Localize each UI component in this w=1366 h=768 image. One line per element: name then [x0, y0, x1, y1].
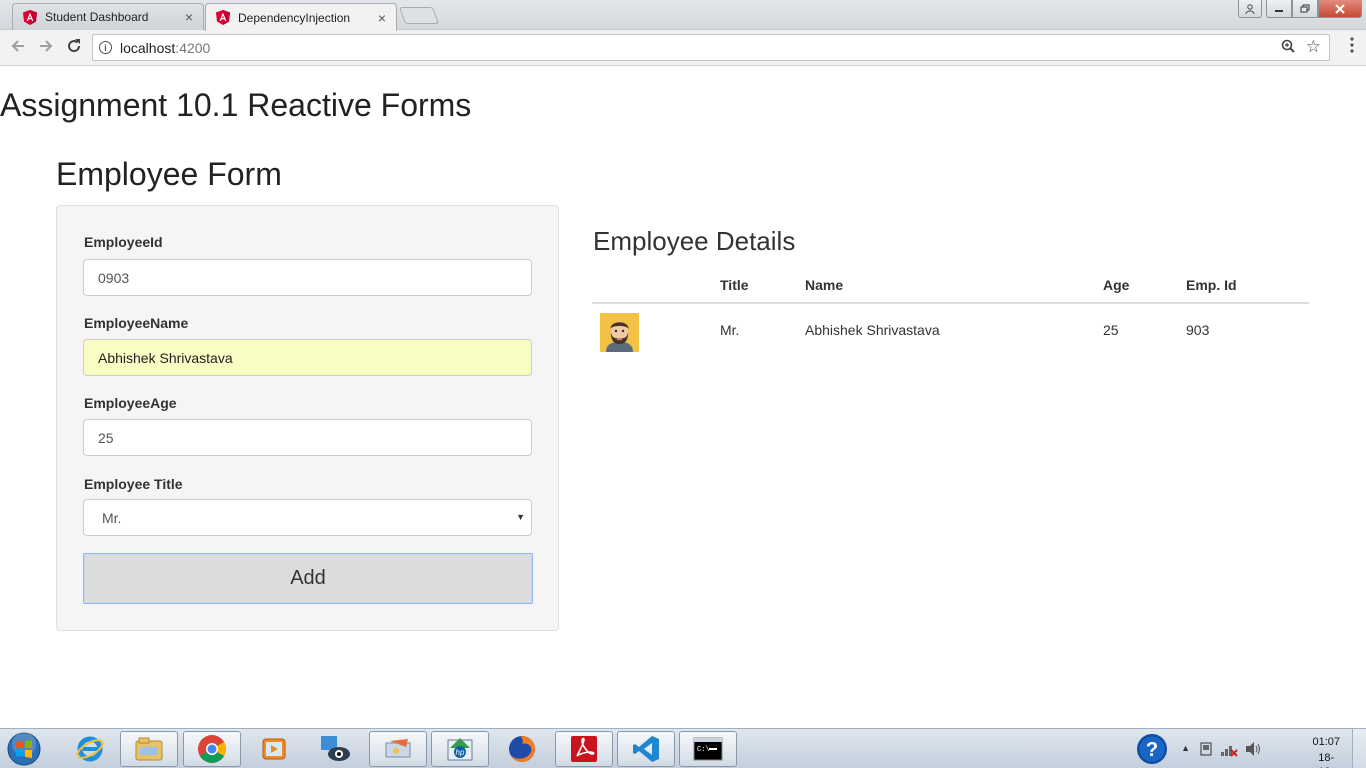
employee-details-table: Title Name Age Emp. Id Mr. Abhishek Shri… — [592, 270, 1309, 362]
command-prompt-icon[interactable]: C:\ — [679, 731, 737, 767]
menu-icon[interactable] — [1350, 37, 1354, 53]
system-clock[interactable]: 01:07 18-12-2017 — [1312, 735, 1340, 768]
internet-explorer-icon[interactable] — [61, 731, 119, 767]
employee-title-select[interactable]: Mr. ▼ — [83, 499, 532, 536]
cell-age: 25 — [1103, 322, 1119, 338]
dropdown-caret-icon: ▼ — [516, 512, 525, 522]
show-desktop-button[interactable] — [1352, 729, 1366, 768]
window-controls — [1238, 0, 1362, 18]
employee-title-value: Mr. — [102, 509, 122, 526]
tab-label: Student Dashboard — [45, 10, 149, 24]
browser-toolbar: i localhost:4200 ☆ — [0, 30, 1366, 66]
media-player-icon[interactable] — [245, 731, 303, 767]
windows-logo-icon — [7, 732, 41, 766]
forward-arrow-icon[interactable] — [38, 38, 54, 59]
network-icon[interactable] — [1220, 741, 1238, 762]
minimize-icon[interactable] — [1266, 0, 1292, 18]
restore-icon[interactable] — [1292, 0, 1318, 18]
tab-close-icon[interactable]: × — [378, 10, 386, 26]
tab-label: DependencyInjection — [238, 10, 351, 25]
paint-icon[interactable] — [369, 731, 427, 767]
info-icon[interactable]: i — [99, 41, 112, 54]
firefox-icon[interactable] — [493, 731, 551, 767]
employee-age-input[interactable]: 25 — [83, 419, 532, 456]
volume-icon[interactable] — [1244, 741, 1262, 762]
file-explorer-icon[interactable] — [120, 731, 178, 767]
table-header: Title Name Age Emp. Id — [592, 270, 1309, 304]
reload-icon[interactable] — [66, 38, 82, 59]
chrome-icon[interactable] — [183, 731, 241, 767]
column-header-name: Name — [805, 277, 844, 293]
tab-student-dashboard[interactable]: Student Dashboard × — [12, 3, 204, 30]
cell-emp-id: 903 — [1186, 322, 1210, 338]
angular-logo-icon — [216, 10, 230, 25]
angular-logo-icon — [23, 9, 37, 25]
employee-id-input[interactable]: 0903 — [83, 259, 532, 296]
zoom-icon[interactable] — [1281, 39, 1295, 56]
employee-name-value: Abhishek Shrivastava — [98, 349, 233, 366]
cell-name: Abhishek Shrivastava — [805, 322, 940, 338]
svg-text:?: ? — [1146, 739, 1158, 761]
address-bar[interactable]: i localhost:4200 ☆ — [92, 34, 1330, 61]
employee-age-label: EmployeeAge — [84, 395, 177, 411]
back-arrow-icon[interactable] — [10, 38, 26, 59]
star-icon[interactable]: ☆ — [1306, 37, 1321, 57]
show-hidden-icons-icon[interactable]: ▲ — [1181, 743, 1190, 753]
table-row: Mr. Abhishek Shrivastava 25 903 — [592, 304, 1309, 362]
svg-text:hp: hp — [456, 748, 465, 757]
windows-taskbar: hp C:\ ? ▲ 01:07 18-12-2017 — [0, 728, 1366, 768]
tab-dependency-injection[interactable]: DependencyInjection × — [205, 3, 397, 31]
column-header-title: Title — [720, 277, 749, 293]
employee-age-value: 25 — [98, 429, 114, 446]
help-icon[interactable]: ? — [1136, 733, 1168, 768]
employee-id-value: 0903 — [98, 269, 130, 286]
column-header-age: Age — [1103, 277, 1130, 293]
cell-title: Mr. — [720, 322, 740, 338]
clock-date: 18-12-2017 — [1318, 752, 1335, 768]
webcam-icon[interactable] — [307, 731, 365, 767]
hp-icon[interactable]: hp — [431, 731, 489, 767]
employee-name-input[interactable]: Abhishek Shrivastava — [83, 339, 532, 376]
add-button[interactable]: Add — [83, 553, 533, 604]
avatar-icon — [600, 313, 639, 352]
employee-form: EmployeeId 0903 EmployeeName Abhishek Sh… — [56, 205, 559, 631]
url-host: localhost — [120, 39, 176, 56]
new-tab-button[interactable] — [398, 7, 440, 24]
device-icon[interactable] — [1198, 741, 1214, 762]
employee-id-label: EmployeeId — [84, 234, 163, 250]
tab-close-icon[interactable]: × — [185, 9, 193, 25]
start-button[interactable] — [3, 731, 45, 767]
browser-tab-strip: Student Dashboard × DependencyInjection … — [0, 0, 1366, 31]
employee-details-title: Employee Details — [593, 226, 796, 256]
column-header-emp-id: Emp. Id — [1186, 277, 1237, 293]
svg-text:C:\: C:\ — [697, 746, 710, 754]
acrobat-icon[interactable] — [555, 731, 613, 767]
employee-title-label: Employee Title — [84, 476, 183, 492]
employee-name-label: EmployeeName — [84, 315, 189, 331]
clock-time: 01:07 — [1312, 736, 1340, 748]
visual-studio-code-icon[interactable] — [617, 731, 675, 767]
close-window-icon[interactable] — [1318, 0, 1362, 18]
user-profile-icon[interactable] — [1238, 0, 1262, 18]
url-port: :4200 — [175, 39, 211, 56]
page-title: Assignment 10.1 Reactive Forms — [0, 87, 472, 123]
employee-form-title: Employee Form — [56, 156, 282, 192]
